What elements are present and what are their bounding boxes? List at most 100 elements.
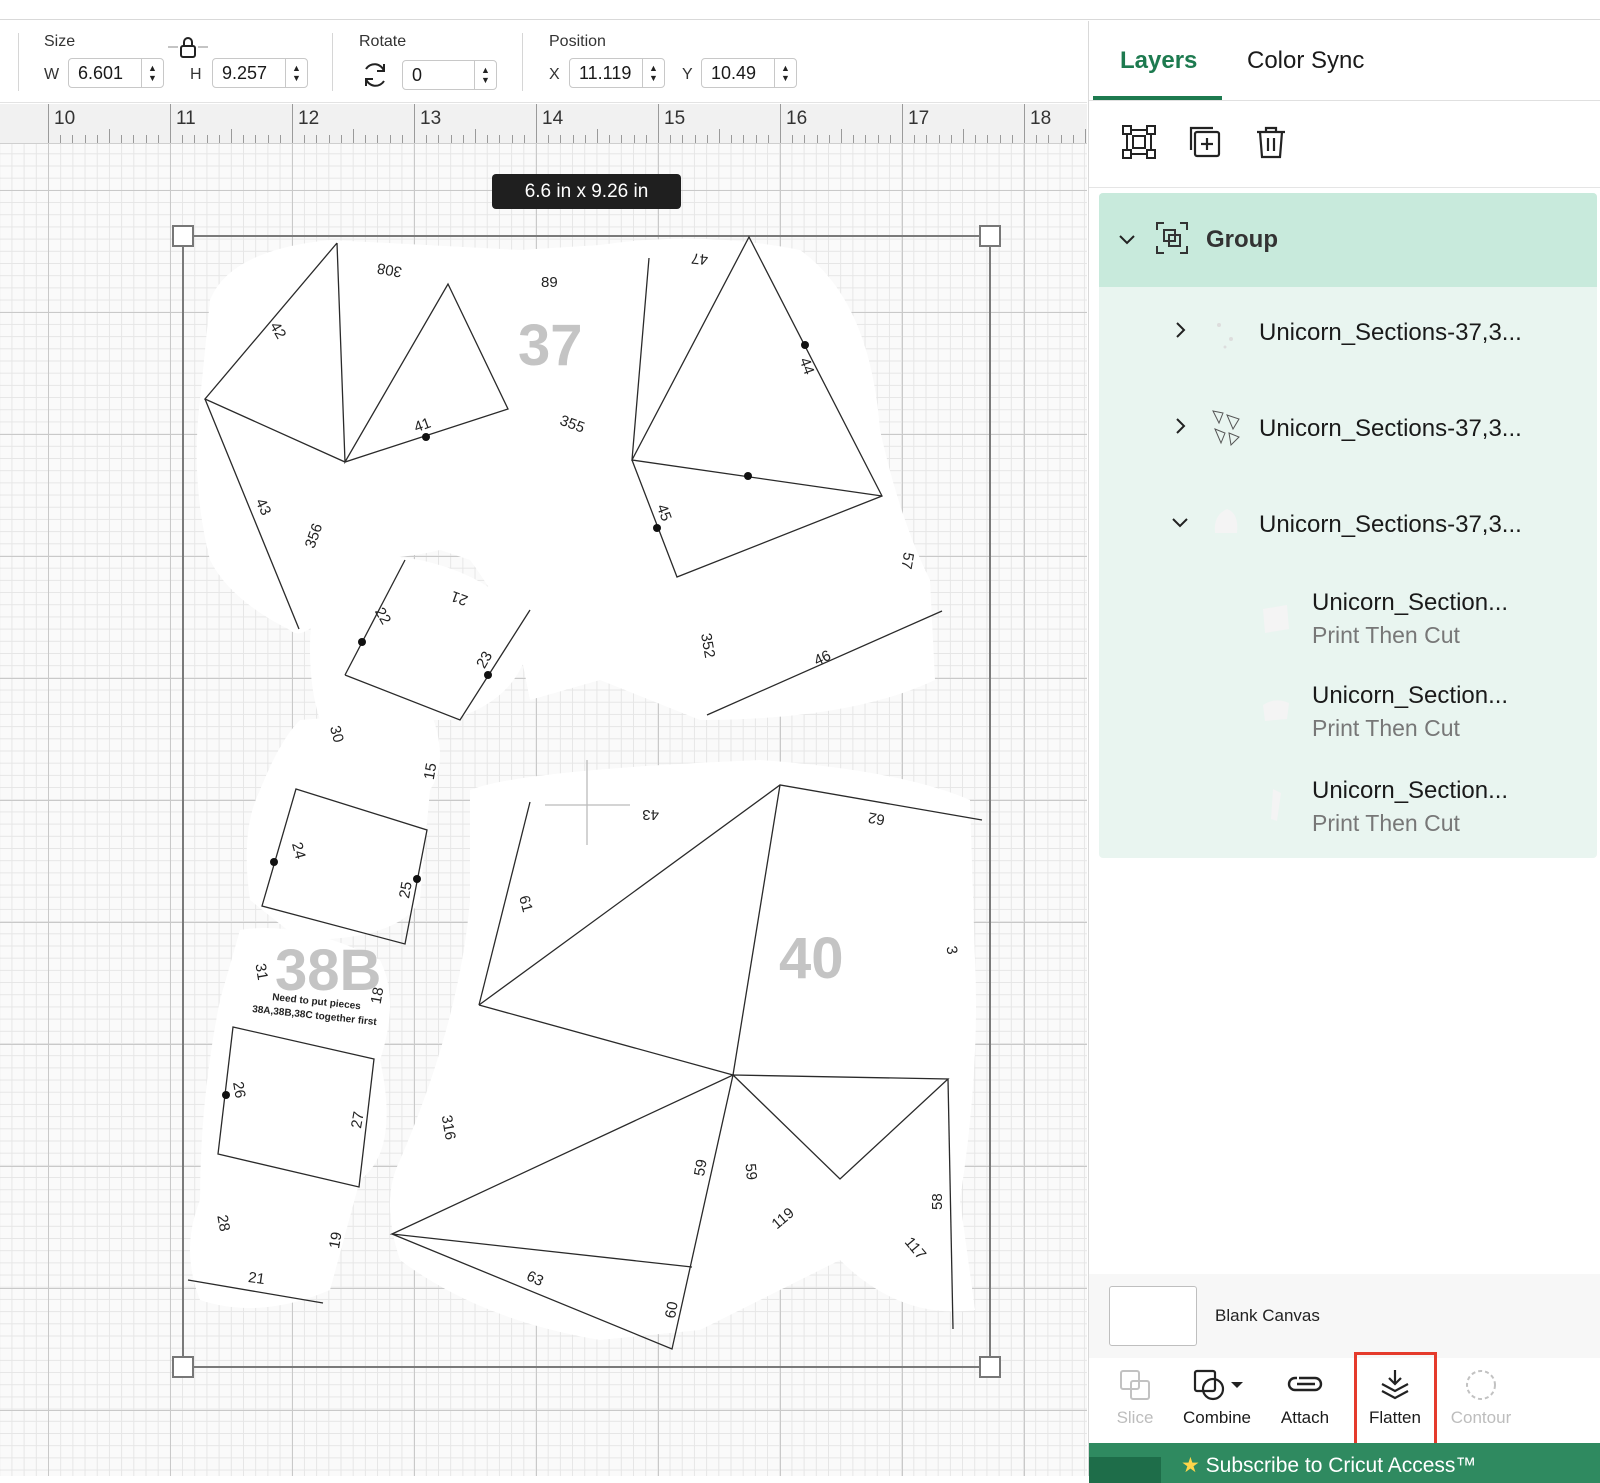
top-bar (0, 0, 1600, 20)
chevron-down-icon[interactable] (1117, 229, 1137, 249)
toolbar-divider (18, 33, 19, 91)
edge-label: 59 (691, 1158, 711, 1177)
slice-button[interactable]: Slice (1095, 1364, 1175, 1434)
height-label: H (190, 66, 202, 83)
toolbar-divider (332, 33, 333, 91)
trash-icon[interactable] (1251, 122, 1291, 162)
layer-thumbnail (1217, 323, 1233, 349)
attach-button[interactable]: Attach (1265, 1364, 1345, 1434)
slice-label: Slice (1116, 1408, 1154, 1427)
dimension-tooltip: 6.6 in x 9.26 in (492, 174, 681, 209)
lock-icon[interactable] (168, 37, 208, 59)
layer-thumbnail (1212, 410, 1240, 447)
rotate-value: 0 (412, 64, 423, 85)
edge-label: 21 (247, 1269, 266, 1288)
blank-canvas-label: Blank Canvas (1215, 1306, 1320, 1325)
edge-label: 31 (251, 962, 271, 981)
y-position-input[interactable]: 10.49 ▲ ▼ (701, 58, 797, 88)
edge-label: 25 (396, 880, 416, 899)
rotate-icon[interactable] (360, 61, 390, 89)
duplicate-icon[interactable] (1185, 122, 1225, 162)
subscribe-banner[interactable]: ★ Subscribe to Cricut Access™ (1089, 1443, 1600, 1483)
sublayer-operation: Print Then Cut (1312, 810, 1460, 836)
design-artwork[interactable]: 37 38B 40 Need to put pieces 38A,38B,38C… (0, 104, 1087, 1476)
layer-thumbnail (1263, 605, 1289, 633)
x-position-input[interactable]: 11.119 ▲ ▼ (569, 58, 665, 88)
edge-label: 60 (662, 1300, 682, 1319)
combine-button[interactable]: Combine (1177, 1364, 1257, 1434)
x-value: 11.119 (579, 62, 632, 83)
combine-label: Combine (1182, 1408, 1252, 1427)
blank-canvas-swatch[interactable] (1109, 1286, 1197, 1346)
edge-label: 27 (348, 1110, 368, 1129)
resize-handle-bottom-left[interactable] (172, 1356, 194, 1378)
combine-icon (1193, 1369, 1243, 1401)
subscribe-text: Subscribe to Cricut Access™ (1205, 1454, 1477, 1477)
layer-row[interactable]: Unicorn_Sections-37,3... (1099, 475, 1597, 569)
x-stepper-icon[interactable]: ▲ ▼ (642, 59, 664, 87)
layer-name: Unicorn_Sections-37,3... (1259, 511, 1522, 538)
size-label: Size (44, 33, 76, 50)
resize-handle-top-right[interactable] (979, 225, 1001, 247)
bottom-actions: Slice Combine Attach Flatten Contour (1089, 1358, 1600, 1440)
edge-label: 62 (867, 809, 886, 829)
chevron-right-icon[interactable] (1170, 320, 1190, 340)
tab-layers[interactable]: Layers (1120, 47, 1197, 75)
width-stepper-icon[interactable]: ▲ ▼ (141, 59, 163, 87)
sublayer-name: Unicorn_Section... (1312, 777, 1509, 804)
layer-group-row[interactable]: Group (1099, 193, 1597, 287)
tab-color-sync[interactable]: Color Sync (1247, 47, 1364, 75)
attach-icon (1287, 1376, 1323, 1392)
banner-accent (1089, 1457, 1161, 1483)
chevron-down-icon[interactable] (1170, 512, 1190, 532)
contour-icon (1466, 1370, 1496, 1400)
sublayer-row[interactable]: Unicorn_Section... Print Then Cut (1099, 569, 1597, 663)
layer-thumbnail (1214, 509, 1238, 533)
edge-label: 57 (897, 551, 917, 570)
sublayer-operation: Print Then Cut (1312, 715, 1460, 741)
contour-button[interactable]: Contour (1441, 1364, 1521, 1434)
width-label: W (44, 66, 60, 83)
edge-label: 89 (541, 274, 558, 291)
layer-row[interactable]: Unicorn_Sections-37,3... (1099, 381, 1597, 475)
group-icon (1156, 222, 1188, 254)
y-stepper-icon[interactable]: ▲ ▼ (774, 59, 796, 87)
panel-tabs: Layers Color Sync (1089, 21, 1600, 101)
position-label: Position (549, 33, 606, 50)
x-label: X (549, 66, 560, 83)
layer-thumbnail (1263, 700, 1289, 721)
group-label: Group (1206, 226, 1278, 253)
sublayer-name: Unicorn_Section... (1312, 589, 1509, 616)
chevron-right-icon[interactable] (1170, 416, 1190, 436)
layer-thumbnail (1271, 789, 1281, 821)
slice-icon (1120, 1370, 1150, 1400)
y-value: 10.49 (711, 62, 757, 83)
edit-toolbar: Size W 6.601 ▲ ▼ H 9.257 ▲ ▼ Rotate 0 ▲ ▼ P… (0, 21, 1087, 103)
width-input[interactable]: 6.601 ▲ ▼ (68, 58, 164, 88)
height-stepper-icon[interactable]: ▲ ▼ (285, 59, 307, 87)
layers-list: Group Unicorn_Sections-37,3... Unicorn_S… (1099, 193, 1597, 858)
toolbar-divider (522, 33, 523, 91)
rotate-stepper-icon[interactable]: ▲ ▼ (474, 61, 496, 89)
y-label: Y (682, 66, 693, 83)
group-ungroup-icon[interactable] (1119, 122, 1159, 162)
piece-number-40: 40 (779, 926, 844, 991)
resize-handle-bottom-right[interactable] (979, 1356, 1001, 1378)
contour-label: Contour (1450, 1408, 1512, 1427)
edge-label: 26 (229, 1080, 249, 1099)
layer-row[interactable]: Unicorn_Sections-37,3... (1099, 287, 1597, 381)
blank-canvas-row[interactable]: Blank Canvas (1089, 1274, 1600, 1358)
edge-label: 47 (691, 249, 709, 267)
edge-label: 28 (213, 1213, 233, 1232)
sublayer-row[interactable]: Unicorn_Section... Print Then Cut (1099, 663, 1597, 757)
edge-label: 59 (741, 1163, 759, 1181)
resize-handle-top-left[interactable] (172, 225, 194, 247)
piece-number-37: 37 (518, 313, 583, 378)
active-tab-indicator (1093, 96, 1222, 100)
sublayer-row[interactable]: Unicorn_Section... Print Then Cut (1099, 757, 1597, 851)
height-input[interactable]: 9.257 ▲ ▼ (212, 58, 308, 88)
sublayer-name: Unicorn_Section... (1312, 682, 1509, 709)
rotate-label: Rotate (359, 33, 407, 50)
height-value: 9.257 (222, 62, 268, 83)
rotate-input[interactable]: 0 ▲ ▼ (402, 60, 497, 90)
